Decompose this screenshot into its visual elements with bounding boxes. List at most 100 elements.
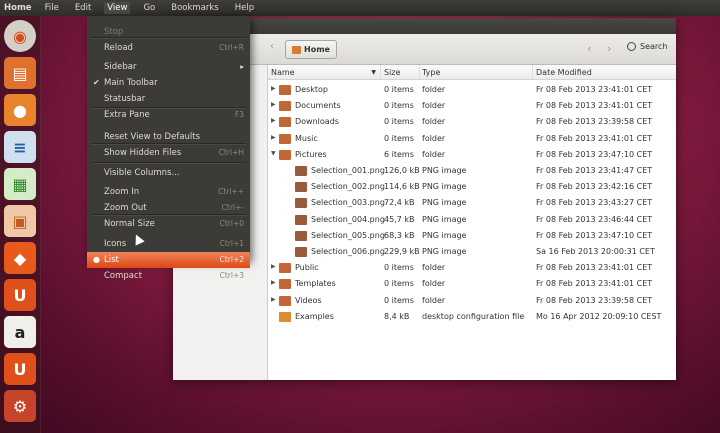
folder-music-icon (279, 133, 291, 144)
system-settings-icon[interactable]: ⚙ (4, 390, 36, 422)
file-size: 0 items (384, 117, 414, 127)
table-row[interactable]: Selection_002.png 114,6 kB PNG image Fr 08 … (268, 179, 676, 195)
file-modified: Fr 08 Feb 2013 23:47:10 CET (536, 230, 653, 240)
expander-closed-icon[interactable]: ▶ (271, 117, 276, 124)
expander-closed-icon[interactable]: ▶ (271, 85, 276, 92)
menu-item-sidebar[interactable]: Sidebar ▸ (87, 59, 250, 75)
menu-item-compact[interactable]: Compact Ctrl+3 (87, 268, 250, 284)
menu-go[interactable]: Go (140, 2, 158, 14)
writer-icon[interactable]: ≡ (4, 131, 36, 163)
file-size: 0 items (384, 85, 414, 94)
table-row[interactable]: ▶ Documents 0 items folder Fr 08 Feb 2013 23… (268, 98, 676, 114)
file-size: 0 items (384, 279, 414, 289)
table-row[interactable]: ▶ Music 0 items folder Fr 08 Feb 2013 23:41:… (268, 131, 676, 147)
file-size: 6 items (384, 149, 414, 159)
file-modified: Mo 16 Apr 2012 20:09:10 CEST (536, 311, 662, 321)
menu-item-normal-size[interactable]: Normal Size Ctrl+0 (87, 216, 250, 232)
pathbar-left-arrow-icon[interactable]: ‹ (270, 41, 284, 55)
file-size: 0 items (384, 101, 414, 111)
ubuntu-one-music-icon[interactable]: U (4, 353, 36, 385)
menu-item-reset-view-to-defaults[interactable]: Reset View to Defaults (87, 129, 250, 145)
column-header-type[interactable]: Type (420, 65, 533, 79)
table-row[interactable]: ▶ Videos 0 items folder Fr 08 Feb 2013 23:39… (268, 293, 676, 309)
file-name: Public (295, 263, 319, 273)
menu-item-visible-columns[interactable]: Visible Columns... (87, 165, 250, 181)
firefox-icon[interactable]: ● (4, 94, 36, 126)
menu-file[interactable]: File (42, 2, 62, 14)
table-row[interactable]: Selection_003.png 72,4 kB PNG image Fr 08 F… (268, 195, 676, 211)
search-button[interactable]: Search (627, 42, 667, 51)
table-row[interactable]: ▶ Templates 0 items folder Fr 08 Feb 2013 23… (268, 276, 676, 292)
menu-bookmarks[interactable]: Bookmarks (168, 2, 222, 14)
forward-arrow-icon[interactable]: › (607, 42, 611, 55)
menu-item-zoom-out[interactable]: Zoom Out Ctrl+- (87, 200, 250, 216)
file-modified: Fr 08 Feb 2013 23:41:01 CET (536, 279, 653, 289)
table-row[interactable]: ▶ Downloads 0 items folder Fr 08 Feb 2013 23… (268, 114, 676, 130)
file-type: PNG image (422, 247, 467, 256)
expander-open-icon[interactable]: ▼ (271, 150, 276, 157)
file-modified: Fr 08 Feb 2013 23:41:01 CET (536, 263, 653, 273)
expander-closed-icon[interactable]: ▶ (271, 263, 276, 270)
menu-item-zoom-in[interactable]: Zoom In Ctrl++ (87, 184, 250, 200)
expander-closed-icon[interactable]: ▶ (271, 101, 276, 108)
file-modified: Fr 08 Feb 2013 23:43:27 CET (536, 198, 653, 208)
menu-edit[interactable]: Edit (72, 2, 94, 14)
table-row[interactable]: ▶ Public 0 items folder Fr 08 Feb 2013 23:41… (268, 260, 676, 276)
files-app-icon[interactable]: ▤ (4, 57, 36, 89)
software-center-icon[interactable]: ◆ (4, 242, 36, 274)
file-name: Templates (295, 279, 336, 289)
menu-item-main-toolbar[interactable]: ✔ Main Toolbar (87, 75, 250, 91)
image-icon (295, 198, 307, 209)
impress-icon[interactable]: ▣ (4, 205, 36, 237)
file-type: PNG image (422, 230, 467, 240)
table-row[interactable]: Selection_005.png 68,3 kB PNG image Fr 08 F… (268, 228, 676, 244)
column-header-size[interactable]: Size (382, 65, 420, 79)
launcher: ◉ ▤ ● ≡ ▦ ▣ ◆ U a U ⚙ (0, 16, 41, 433)
file-name: Selection_004.png (311, 214, 385, 224)
file-size: 229,9 kB (384, 247, 420, 256)
file-type: folder (422, 295, 446, 305)
table-row[interactable]: Selection_006.png 229,9 kB PNG image Sa 16 … (268, 244, 676, 260)
file-modified: Fr 08 Feb 2013 23:42:16 CET (536, 182, 653, 192)
amazon-icon[interactable]: a (4, 316, 36, 348)
table-row[interactable]: Examples 8,4 kB desktop configuration file… (268, 309, 676, 325)
menu-view[interactable]: View (104, 2, 131, 14)
expander-closed-icon[interactable]: ▶ (271, 296, 276, 303)
calc-icon[interactable]: ▦ (4, 168, 36, 200)
image-icon (295, 182, 307, 193)
menu-item-extra-pane[interactable]: Extra Pane F3 (87, 107, 250, 123)
menu-item-icons[interactable]: Icons Ctrl+1 (87, 236, 250, 252)
menu-item-statusbar[interactable]: Statusbar (87, 91, 250, 107)
table-row[interactable]: Selection_001.png 126,0 kB PNG image Fr 08 … (268, 163, 676, 179)
file-type: folder (422, 133, 446, 143)
expander-closed-icon[interactable]: ▶ (271, 134, 276, 141)
file-name: Selection_006.png (311, 247, 385, 256)
menu-item-list[interactable]: ● List Ctrl+2 (87, 252, 250, 268)
file-type: folder (422, 263, 446, 273)
file-size: 68,3 kB (384, 230, 415, 240)
file-modified: Fr 08 Feb 2013 23:41:47 CET (536, 166, 653, 175)
table-row[interactable]: Selection_004.png 45,7 kB PNG image Fr 08 F… (268, 212, 676, 228)
menu-item-reload[interactable]: Reload Ctrl+R (87, 40, 250, 56)
menu-help[interactable]: Help (232, 2, 257, 14)
ubuntu-one-icon[interactable]: U (4, 279, 36, 311)
file-name: Videos (295, 295, 322, 305)
file-modified: Sa 16 Feb 2013 20:00:31 CET (536, 247, 655, 256)
folder-documents-icon (279, 101, 291, 112)
file-size: 72,4 kB (384, 198, 415, 208)
table-row[interactable]: ▼ Pictures 6 items folder Fr 08 Feb 2013 23:… (268, 147, 676, 163)
file-type: PNG image (422, 198, 467, 208)
file-name: Examples (295, 311, 334, 321)
expander-closed-icon[interactable]: ▶ (271, 279, 276, 286)
file-type: folder (422, 149, 446, 159)
dash-home-icon[interactable]: ◉ (4, 20, 36, 52)
menu-item-show-hidden-files[interactable]: Show Hidden Files Ctrl+H (87, 145, 250, 161)
table-row[interactable]: ▶ Desktop 0 items folder Fr 08 Feb 2013 23:4… (268, 82, 676, 98)
breadcrumb-home[interactable]: Home (285, 40, 337, 59)
back-arrow-icon[interactable]: ‹ (587, 42, 591, 55)
top-panel: Home File Edit View Go Bookmarks Help (0, 0, 720, 16)
column-header-name[interactable]: Name ▼ (268, 65, 381, 79)
file-name: Desktop (295, 85, 328, 94)
column-header-modified[interactable]: Date Modified (534, 65, 676, 79)
file-name: Selection_003.png (311, 198, 385, 208)
